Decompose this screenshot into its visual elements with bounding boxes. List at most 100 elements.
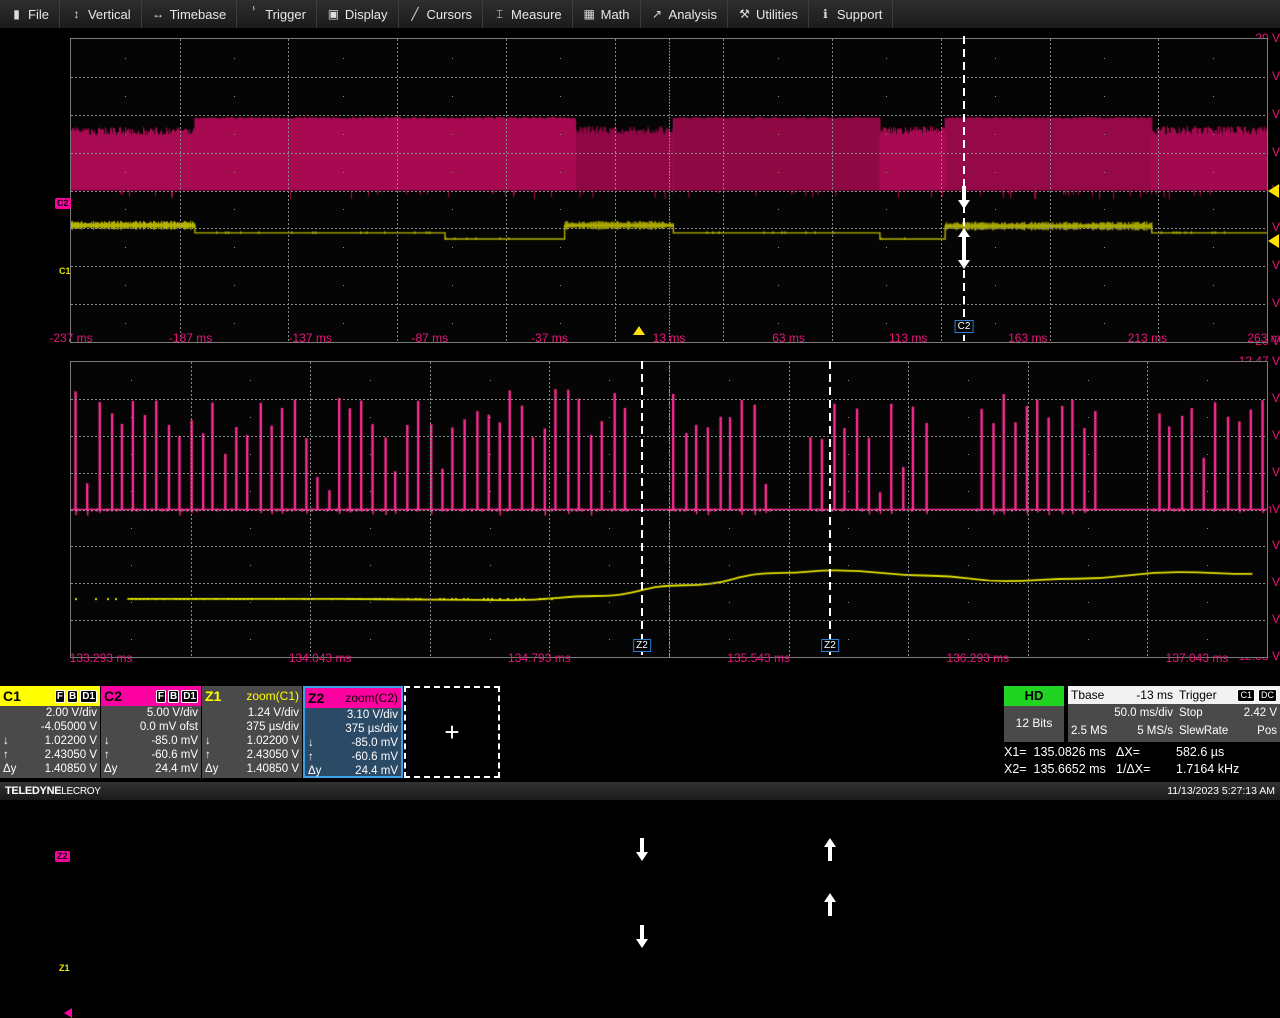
x-axis-label: 213 ms (1128, 331, 1167, 345)
grid-tick-dot (370, 417, 371, 418)
channel-row-label: ↓ (3, 734, 15, 748)
main-cursor-arrow-down[interactable] (957, 186, 971, 210)
channel-header-c2[interactable]: C2 FBD1 (101, 686, 201, 706)
zoom-grid-plot[interactable] (70, 361, 1268, 658)
grid-tick-dot (848, 639, 849, 640)
badge-d1[interactable]: D1 (181, 690, 198, 703)
badge-b[interactable]: B (168, 690, 179, 703)
channel-header-z2[interactable]: Z2zoom(C2) (305, 688, 401, 708)
badge-d1[interactable]: D1 (80, 690, 97, 703)
zoom-cursor2-arrow-up-bottom[interactable] (823, 893, 837, 917)
grid-tick-dot (560, 172, 561, 173)
grid-tick-dot (452, 58, 453, 59)
add-channel-button[interactable]: + (404, 686, 500, 778)
trigger-box[interactable]: Trigger C1DC Stop2.42 V SlewRatePos (1176, 686, 1280, 742)
x-axis-label: -37 ms (531, 331, 568, 345)
grid-tick-dot (995, 323, 996, 324)
channel-marker-z2[interactable]: Z2 (55, 851, 70, 862)
channel-marker-c1[interactable]: C1 (57, 266, 73, 277)
level-arrow-right-1[interactable] (1268, 234, 1279, 248)
grid-tick-dot (1104, 285, 1105, 286)
zoom-region-arrow[interactable] (64, 1008, 72, 1018)
x1-value: 135.0826 ms (1034, 745, 1106, 759)
menu-item-trigger[interactable]: ⸯTrigger (237, 0, 317, 28)
grid-tick-dot (490, 528, 491, 529)
menu-item-display[interactable]: ▣Display (317, 0, 399, 28)
grid-tick-dot (131, 491, 132, 492)
channel-box-c1[interactable]: C1FBD12.00 V/div-4.05000 V↓1.02200 V↑2.4… (0, 686, 100, 778)
grid-tick-dot (729, 602, 730, 603)
channel-marker-c2[interactable]: C2 (55, 198, 71, 209)
menu-item-support[interactable]: ℹSupport (809, 0, 894, 28)
trigger-badge-dc[interactable]: DC (1258, 689, 1277, 702)
channel-row-label (104, 720, 116, 734)
grid-tick-dot (778, 285, 779, 286)
grid-tick-dot (370, 491, 371, 492)
zoom-cursor1-arrow-down-top[interactable] (635, 838, 649, 862)
oscilloscope-screen: ▮File↕Vertical↔TimebaseⸯTrigger▣Display╱… (0, 0, 1280, 800)
x2-label: X2= (1004, 762, 1027, 776)
horizontal-arrows-icon: ↔ (152, 7, 165, 22)
timebase-box[interactable]: Tbase -13 ms 50.0 ms/div 2.5 MS5 MS/s (1068, 686, 1176, 742)
grid-tick-dot (1207, 454, 1208, 455)
level-arrow-right-0[interactable] (1268, 184, 1279, 198)
grid-tick-dot (778, 323, 779, 324)
menu-item-analysis[interactable]: ↗Analysis (641, 0, 728, 28)
channel-box-z1[interactable]: Z1zoom(C1)1.24 V/div375 µs/div↓1.02200 V… (202, 686, 302, 778)
grid-tick-dot (1213, 96, 1214, 97)
channel-marker-z1[interactable]: Z1 (57, 963, 72, 974)
menu-item-utilities[interactable]: ⚒Utilities (728, 0, 809, 28)
channel-row-label (3, 720, 15, 734)
grid-tick-dot (234, 285, 235, 286)
main-grid-plot[interactable] (70, 38, 1268, 343)
grid-tick-dot (1213, 209, 1214, 210)
zoom-cursor2-arrow-up-top[interactable] (823, 838, 837, 862)
channel-row: ↓-85.0 mV (101, 734, 201, 748)
badge-f[interactable]: F (55, 690, 65, 703)
grid-tick-dot (609, 454, 610, 455)
main-cursor-label[interactable]: C2 (955, 320, 974, 333)
grid-tick-dot (131, 565, 132, 566)
trigger-position-marker[interactable] (633, 326, 645, 335)
main-cursor-arrow-down-2[interactable] (957, 246, 971, 270)
zoom-cursor-label-1[interactable]: Z2 (633, 639, 651, 652)
badge-f[interactable]: F (156, 690, 166, 703)
acquisition-mode-box[interactable]: HD 12 Bits (1004, 686, 1064, 742)
zoom-cursor-label-2[interactable]: Z2 (821, 639, 839, 652)
menu-item-measure[interactable]: ⌶Measure (483, 0, 573, 28)
grid-center-axis (669, 362, 670, 657)
channel-box-z2[interactable]: Z2zoom(C2)3.10 V/div375 µs/div↓-85.0 mV↑… (303, 686, 403, 778)
grid-tick-dot (250, 565, 251, 566)
menu-item-label: Analysis (669, 7, 717, 22)
menu-item-math[interactable]: ▦Math (573, 0, 641, 28)
channel-header-c1[interactable]: C1FBD1 (0, 686, 100, 706)
grid-tick-dot (1088, 639, 1089, 640)
channel-row-label: ↑ (308, 750, 320, 764)
x1-label: X1= (1004, 745, 1027, 759)
trigger-slope: Pos (1257, 722, 1277, 740)
grid-tick-dot (370, 602, 371, 603)
menu-item-timebase[interactable]: ↔Timebase (142, 0, 238, 28)
badge-b[interactable]: B (67, 690, 78, 703)
grid-tick-dot (125, 58, 126, 59)
menu-item-file[interactable]: ▮File (0, 0, 60, 28)
zoom-cursor-line-2[interactable] (829, 361, 831, 656)
menu-item-cursors[interactable]: ╱Cursors (399, 0, 484, 28)
grid-tick-dot (778, 172, 779, 173)
file-icon: ▮ (10, 7, 23, 22)
channel-row-label (308, 722, 320, 736)
grid-tick-dot (452, 96, 453, 97)
menu-item-vertical[interactable]: ↕Vertical (60, 0, 142, 28)
trigger-badge-c1[interactable]: C1 (1237, 689, 1255, 702)
zoom-cursor-line-1[interactable] (641, 361, 643, 656)
channel-header-z1[interactable]: Z1zoom(C1) (202, 686, 302, 706)
grid-tick-dot (1213, 134, 1214, 135)
math-calculator-icon: ▦ (583, 7, 596, 22)
grid-tick-dot (560, 247, 561, 248)
grid-tick-dot (995, 285, 996, 286)
grid-tick-dot (452, 134, 453, 135)
zoom-cursor1-arrow-down-bottom[interactable] (635, 925, 649, 949)
channel-box-c2[interactable]: C2FBD15.00 V/div0.0 mV ofst↓-85.0 mV↑-60… (101, 686, 201, 778)
grid-tick-dot (968, 639, 969, 640)
channel-name: C2 (104, 688, 122, 704)
